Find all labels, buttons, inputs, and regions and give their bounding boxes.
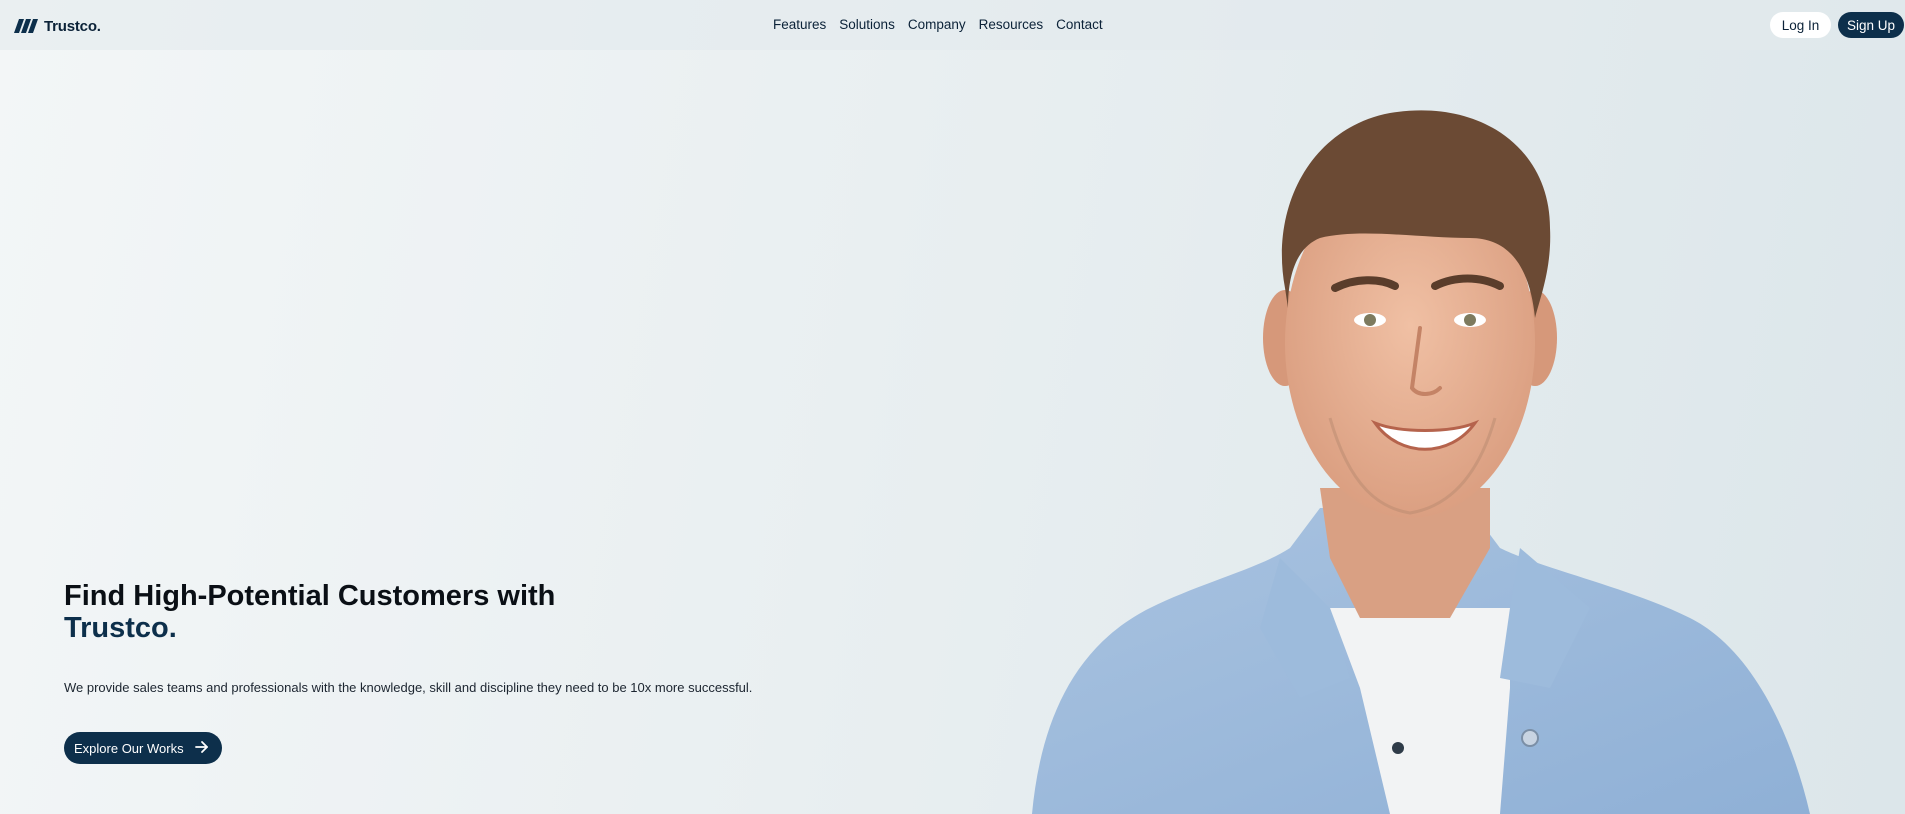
three-slash-stripes-icon <box>14 19 38 33</box>
hero-description: We provide sales teams and professionals… <box>64 680 753 695</box>
nav-link-contact[interactable]: Contact <box>1056 17 1103 32</box>
explore-our-works-button[interactable]: Explore Our Works <box>64 732 222 764</box>
hero-title-brand: Trustco. <box>64 612 177 644</box>
signup-button[interactable]: Sign Up <box>1838 12 1904 38</box>
explore-button-label: Explore Our Works <box>74 740 184 756</box>
login-button[interactable]: Log In <box>1770 12 1831 38</box>
top-navbar: Trustco. Features Solutions Company Reso… <box>0 0 1905 50</box>
brand-name: Trustco. <box>44 17 101 35</box>
nav-link-resources[interactable]: Resources <box>979 17 1044 32</box>
brand-logo[interactable]: Trustco. <box>14 16 101 36</box>
hero-person-image <box>1032 110 1810 814</box>
hero-title: Find High-Potential Customers with Trust… <box>64 580 555 644</box>
nav-link-company[interactable]: Company <box>908 17 966 32</box>
arrow-right-icon <box>195 741 208 753</box>
main-nav: Features Solutions Company Resources Con… <box>773 17 1103 32</box>
hero-title-text: Find High-Potential Customers with <box>64 580 556 612</box>
nav-link-features[interactable]: Features <box>773 17 826 32</box>
nav-link-solutions[interactable]: Solutions <box>839 17 895 32</box>
